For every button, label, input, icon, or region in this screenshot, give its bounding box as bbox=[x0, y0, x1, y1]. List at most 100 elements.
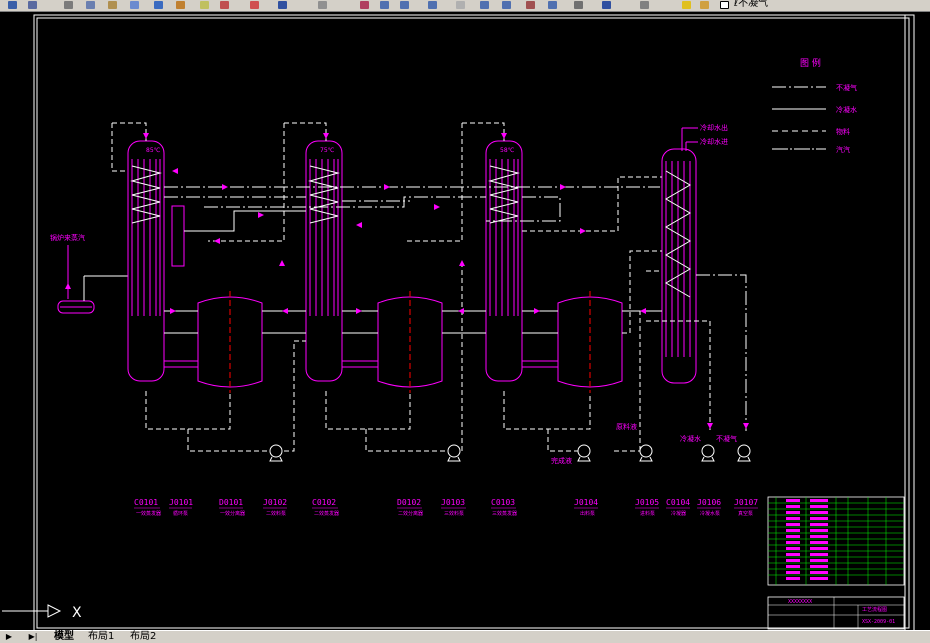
equipment-tag: D0102 bbox=[397, 498, 421, 507]
help-icon[interactable] bbox=[602, 1, 611, 9]
raw-liquid-label: 原料液 bbox=[616, 422, 637, 431]
evaporator-c0103[interactable]: 58℃ bbox=[485, 140, 523, 382]
zoom-window-icon[interactable] bbox=[220, 1, 229, 9]
table-icon[interactable] bbox=[574, 1, 583, 9]
design-center-icon[interactable] bbox=[526, 1, 535, 9]
cooling-water-out-label: 冷却水出 bbox=[700, 123, 728, 132]
table-style-icon[interactable] bbox=[502, 1, 511, 9]
undo-icon[interactable] bbox=[130, 1, 139, 9]
pan-icon[interactable] bbox=[176, 1, 185, 9]
equipment-tag: D0101 bbox=[219, 498, 243, 507]
equipment-tags: C0101 一效蒸发器 J0101 循环泵 D0101 一效分离器 J0102 … bbox=[134, 498, 758, 517]
print-icon[interactable] bbox=[28, 1, 37, 9]
layer-state-icon[interactable] bbox=[640, 1, 649, 9]
dim-style-icon[interactable] bbox=[480, 1, 489, 9]
pump-j0107[interactable] bbox=[737, 444, 751, 462]
legend-title: 图 例 bbox=[800, 57, 821, 69]
steam-source-label: 锅炉来蒸汽 bbox=[50, 233, 85, 242]
pump-j0103[interactable] bbox=[447, 444, 461, 462]
temperature-label: 75℃ bbox=[320, 147, 335, 154]
equipment-name: 冷凝水泵 bbox=[700, 510, 720, 517]
cut-icon[interactable] bbox=[64, 1, 73, 9]
legend-item: 汽汽 bbox=[836, 145, 850, 154]
zoom-icon[interactable] bbox=[200, 1, 209, 9]
tab-model[interactable]: 模型 bbox=[54, 631, 74, 643]
legend-item: 不凝气 bbox=[836, 83, 857, 92]
parts-list-table bbox=[767, 496, 905, 586]
ucs-x-label: X bbox=[72, 605, 82, 621]
equipment-name: 一效蒸发器 bbox=[136, 510, 161, 517]
condenser-c0104[interactable]: 冷却水出 冷却水进 bbox=[661, 123, 728, 384]
paste-icon[interactable] bbox=[108, 1, 117, 9]
equipment-name: 二效料泵 bbox=[266, 510, 286, 517]
separator-d0102[interactable] bbox=[377, 291, 443, 393]
equipment-tag: J0104 bbox=[574, 498, 598, 507]
equipment-name: 循环泵 bbox=[173, 510, 188, 517]
layer-dropdown-text[interactable]: ℓ不凝气 bbox=[734, 0, 768, 10]
title-block-drawing-name: 工艺流程图 bbox=[862, 606, 887, 613]
drawing-border-outer bbox=[33, 14, 915, 630]
equipment-tag: J0105 bbox=[635, 498, 659, 507]
cooling-water-label: 冷凝水 bbox=[680, 434, 701, 443]
equipment-tag: J0101 bbox=[169, 498, 193, 507]
equipment-name: 一效分离器 bbox=[220, 510, 245, 517]
equipment-name: 冷凝器 bbox=[671, 510, 686, 517]
equipment-tag: C0102 bbox=[312, 498, 336, 507]
tab-scroll-right-icon[interactable]: ▶| bbox=[28, 632, 38, 642]
equipment-tag: C0103 bbox=[491, 498, 515, 507]
zoom-extents-icon[interactable] bbox=[360, 1, 369, 9]
evaporator-c0102[interactable]: 75℃ bbox=[305, 140, 343, 382]
separator-d0101[interactable] bbox=[197, 291, 263, 393]
properties-icon[interactable] bbox=[278, 1, 287, 9]
title-block-school: XXXXXXXX bbox=[788, 599, 812, 605]
title-block: XXXXXXXX 工艺流程图 XSX-2009-01 bbox=[767, 596, 905, 630]
zoom-out-icon[interactable] bbox=[400, 1, 409, 9]
layout-tabs-bar: ▶ ▶| 模型 布局1 布局2 bbox=[0, 630, 930, 643]
cooling-water-in-label: 冷却水进 bbox=[700, 137, 728, 146]
pump-j0102[interactable] bbox=[269, 444, 283, 462]
zoom-in-icon[interactable] bbox=[380, 1, 389, 9]
legend: 图 例 不凝气 冷凝水 物料 汽汽 bbox=[772, 57, 857, 154]
save-icon[interactable] bbox=[8, 1, 17, 9]
pump-j0104[interactable] bbox=[577, 444, 591, 462]
zoom-realtime-icon[interactable] bbox=[428, 1, 437, 9]
tab-layout1[interactable]: 布局1 bbox=[88, 631, 114, 643]
equipment-name: 真空泵 bbox=[738, 510, 753, 517]
ucs-icon: X bbox=[2, 604, 82, 621]
tool-palette-icon[interactable] bbox=[548, 1, 557, 9]
legend-item: 物料 bbox=[836, 127, 850, 136]
process-lines bbox=[111, 122, 747, 452]
equipment-name: 二效分离器 bbox=[398, 510, 423, 517]
equipment-tag: J0106 bbox=[697, 498, 721, 507]
zoom-previous-icon[interactable] bbox=[250, 1, 259, 9]
separator-d0103[interactable] bbox=[557, 291, 623, 393]
equipment-tag: C0104 bbox=[666, 498, 690, 507]
evaporator-c0101[interactable]: 85℃ bbox=[127, 140, 185, 382]
lightbulb-icon[interactable] bbox=[682, 1, 691, 9]
temperature-label: 85℃ bbox=[146, 147, 161, 154]
layers-icon[interactable] bbox=[318, 1, 327, 9]
product-liquid-label: 完成液 bbox=[551, 456, 572, 465]
temperature-label: 58℃ bbox=[500, 147, 515, 154]
equipment-tag: C0101 bbox=[134, 498, 158, 507]
equipment-name: 二效蒸发器 bbox=[314, 510, 339, 517]
equipment-name: 三效蒸发器 bbox=[492, 510, 517, 517]
equipment-name: 出料泵 bbox=[580, 510, 595, 517]
equipment-tag: J0103 bbox=[441, 498, 465, 507]
equipment-tag: J0107 bbox=[734, 498, 758, 507]
equipment-tag: J0102 bbox=[263, 498, 287, 507]
title-block-drawing-no: XSX-2009-01 bbox=[862, 619, 895, 625]
tab-layout2[interactable]: 布局2 bbox=[130, 631, 156, 643]
sun-icon[interactable] bbox=[700, 1, 709, 9]
tab-scroll-left-icon[interactable]: ▶ bbox=[4, 632, 14, 642]
text-style-icon[interactable] bbox=[456, 1, 465, 9]
redo-icon[interactable] bbox=[154, 1, 163, 9]
drawing-canvas[interactable]: 图 例 不凝气 冷凝水 物料 汽汽 锅炉来蒸汽 85℃ 75℃ 58℃ 冷却水出… bbox=[0, 11, 930, 630]
legend-item: 冷凝水 bbox=[836, 105, 857, 114]
layer-color-icon[interactable] bbox=[720, 1, 729, 9]
pump-j0106[interactable] bbox=[701, 444, 715, 462]
pump-j0105[interactable] bbox=[639, 444, 653, 462]
equipment-name: 进料泵 bbox=[640, 510, 655, 517]
noncondensable-label: 不凝气 bbox=[716, 434, 737, 443]
copy-icon[interactable] bbox=[86, 1, 95, 9]
